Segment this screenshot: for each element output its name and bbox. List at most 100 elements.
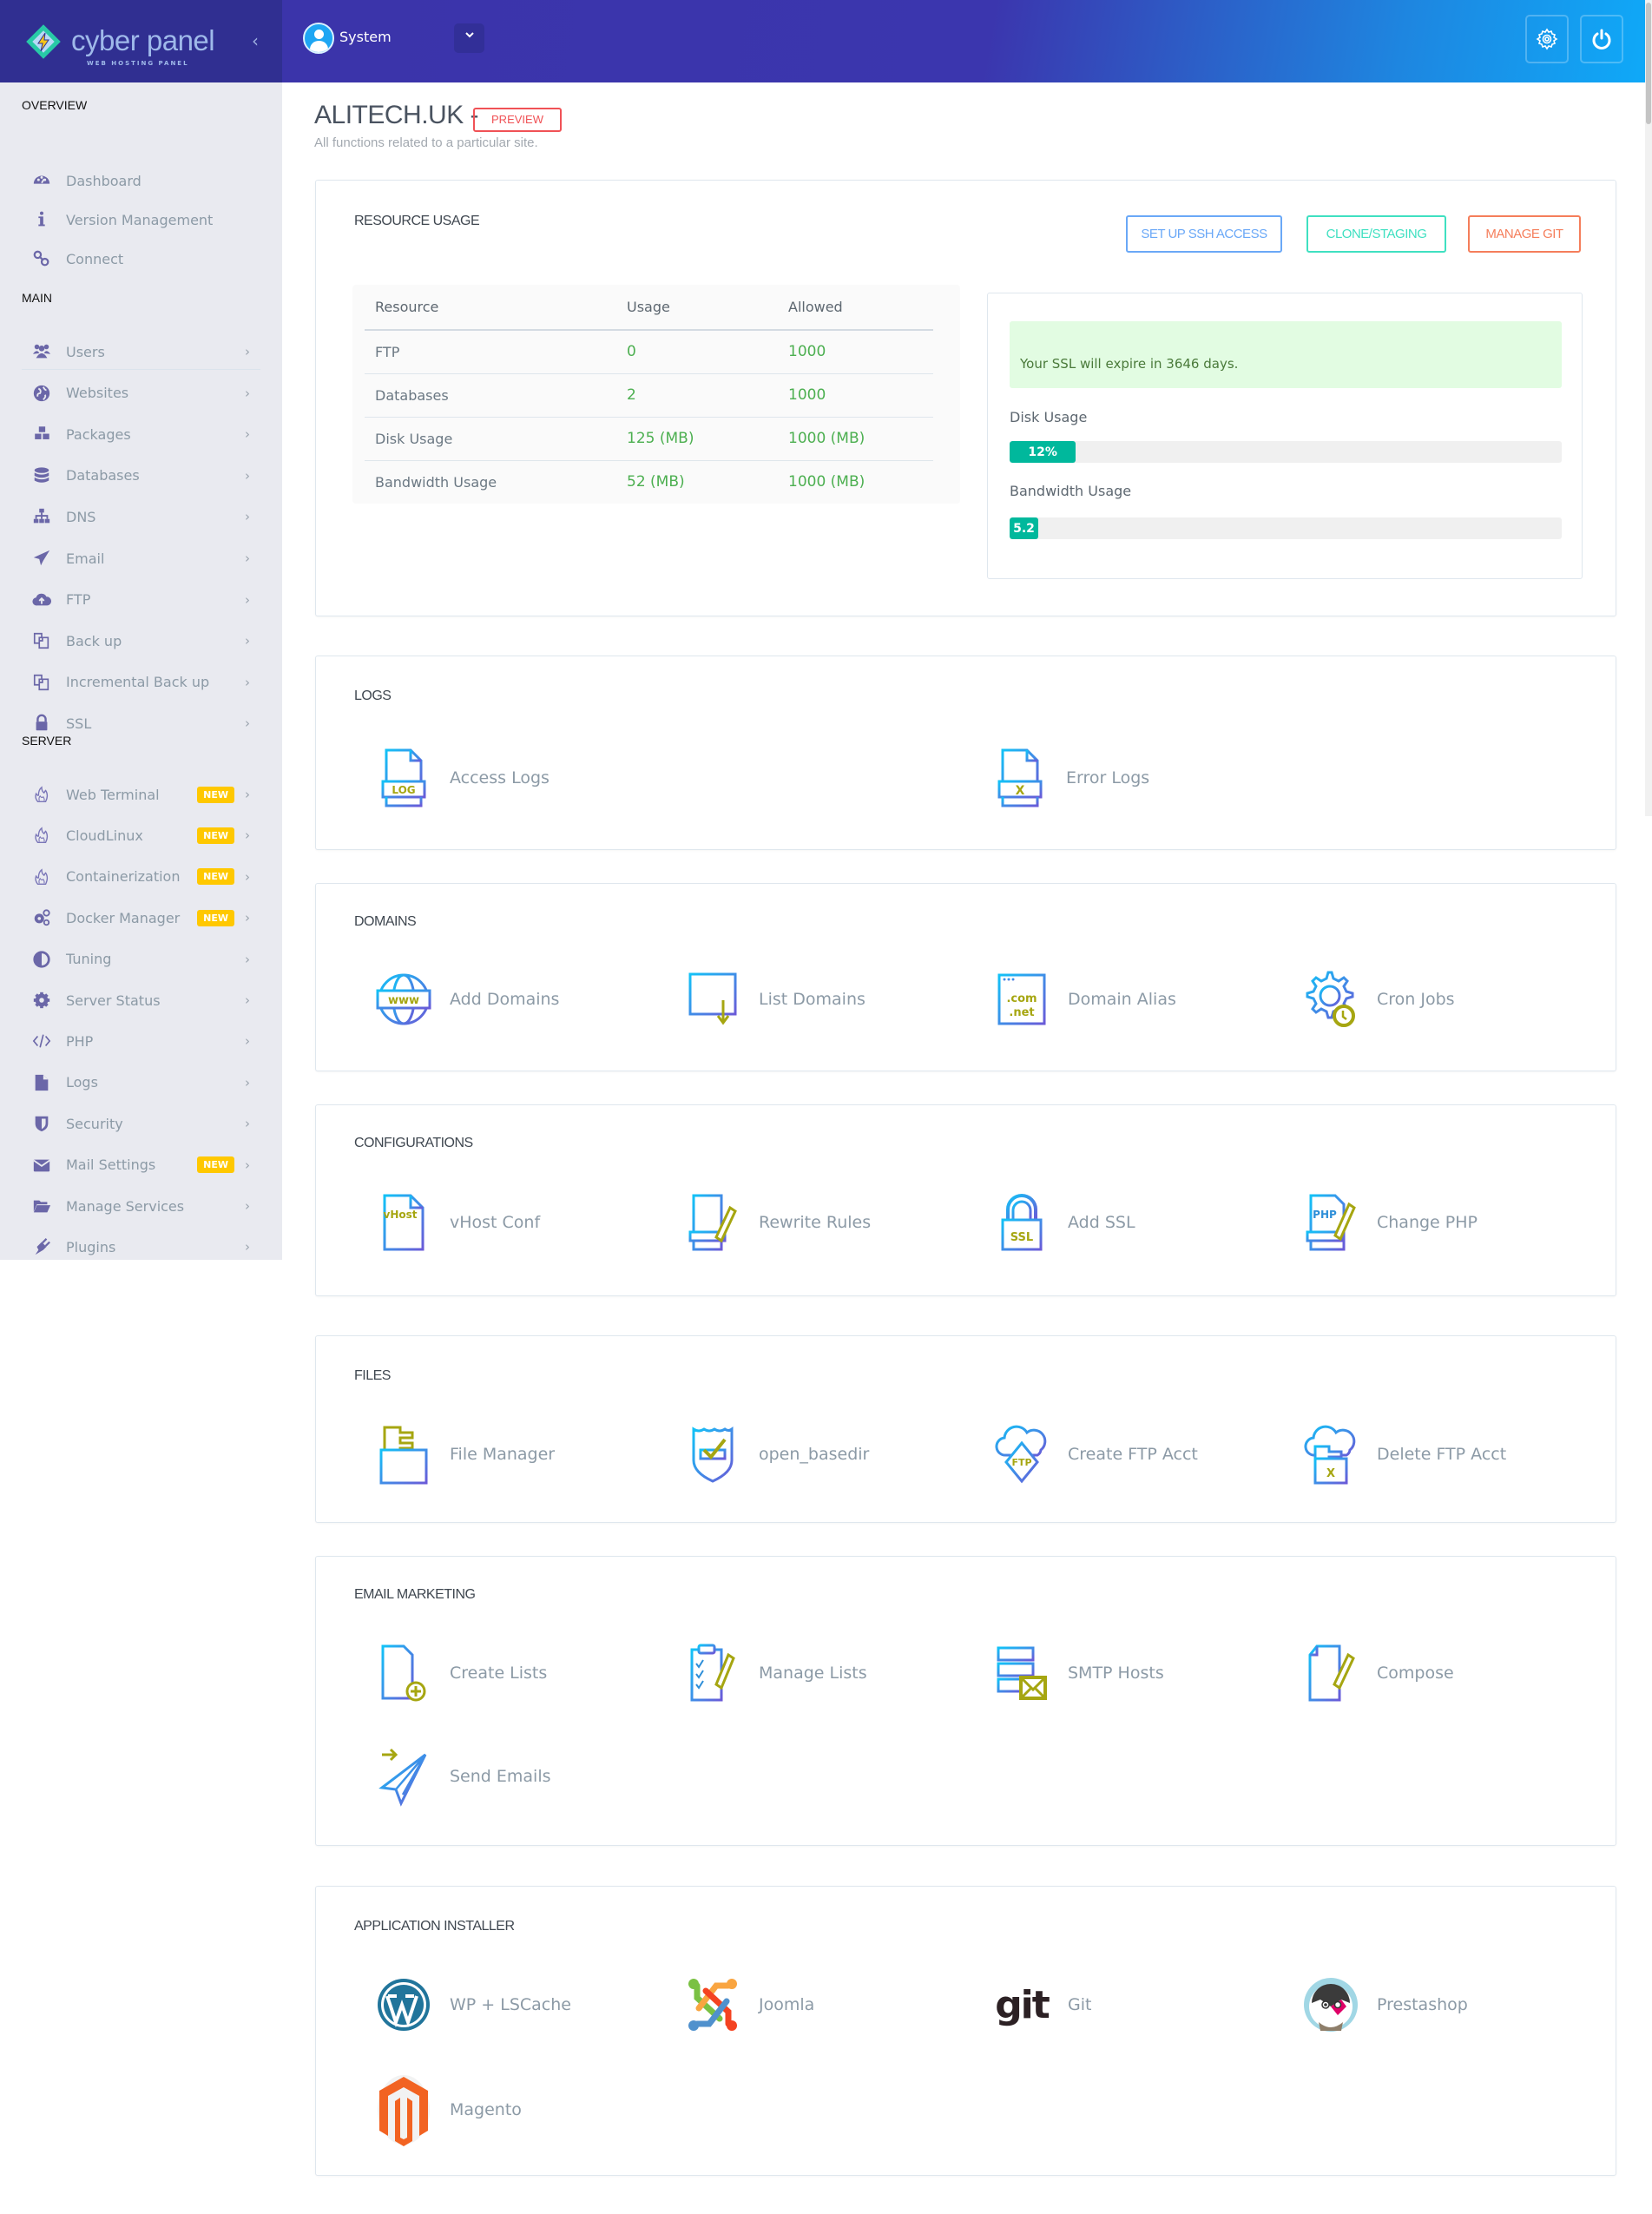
page-subtitle: All functions related to a particular si…	[314, 135, 538, 150]
send-emails-tile[interactable]: Send Emails	[375, 1742, 551, 1811]
resource-name: FTP	[365, 330, 616, 374]
joomla-tile[interactable]: Joomla	[684, 1970, 814, 2039]
power-button[interactable]	[1580, 15, 1623, 63]
user-avatar-icon[interactable]	[303, 23, 334, 54]
git-tile[interactable]: git Git	[993, 1970, 1091, 2039]
sidebar-item-php[interactable]: PHP ›	[31, 1024, 257, 1058]
magento-tile[interactable]: Magento	[375, 2071, 522, 2149]
sidebar-item-label: FTP	[66, 591, 91, 609]
usage-value: 52 (MB)	[627, 473, 685, 491]
vhost-conf-tile[interactable]: vHost vHost Conf	[375, 1188, 540, 1257]
sidebar-item-dns[interactable]: DNS ›	[31, 499, 257, 534]
sidebar-collapse-button[interactable]: ‹	[252, 30, 259, 51]
prestashop-logo-icon	[1304, 1978, 1358, 2032]
compose-tile[interactable]: Compose	[1302, 1638, 1454, 1708]
manage-git-button[interactable]: MANAGE GIT	[1468, 215, 1581, 253]
chevron-right-icon: ›	[245, 715, 250, 732]
settings-button[interactable]	[1525, 15, 1569, 63]
sidebar-item-cloudlinux[interactable]: CloudLinux NEW ›	[31, 818, 257, 853]
sidebar-item-dashboard[interactable]: Dashboard	[31, 163, 257, 198]
sidebar-item-mail-settings[interactable]: Mail Settings NEW ›	[31, 1148, 257, 1183]
sidebar-item-ftp[interactable]: FTP ›	[31, 583, 257, 617]
usage-value: 0	[616, 330, 778, 374]
card-title: LOGS	[354, 689, 392, 703]
wordpress-lscache-tile[interactable]: WP + LSCache	[375, 1970, 571, 2039]
shield-icon	[31, 1114, 52, 1133]
scrollbar-thumb[interactable]	[1646, 3, 1651, 124]
chevron-right-icon: ›	[245, 1156, 250, 1173]
tile-label: Magento	[450, 2100, 522, 2119]
sidebar-item-tuning[interactable]: Tuning ›	[31, 942, 257, 977]
error-logs-tile[interactable]: X Error Logs	[991, 743, 1149, 813]
globe-icon	[31, 384, 52, 403]
sidebar-item-incremental-back-up[interactable]: Incremental Back up ›	[31, 665, 257, 700]
manage-lists-tile[interactable]: Manage Lists	[684, 1638, 867, 1708]
list-domains-tile[interactable]: List Domains	[684, 965, 865, 1034]
create-ftp-account-tile[interactable]: FTP Create FTP Acct	[993, 1420, 1198, 1489]
create-lists-tile[interactable]: Create Lists	[375, 1638, 547, 1708]
icon-label: SSL	[1010, 1231, 1033, 1244]
ssl-usage-panel: Your SSL will expire in 3646 days. Disk …	[987, 293, 1583, 579]
sidebar-item-email[interactable]: Email ›	[31, 541, 257, 576]
sidebar-item-label: CloudLinux	[66, 827, 143, 844]
cron-jobs-tile[interactable]: Cron Jobs	[1302, 965, 1455, 1034]
sidebar-item-label: Docker Manager	[66, 909, 181, 926]
sidebar-item-server-status[interactable]: Server Status ›	[31, 983, 257, 1018]
sidebar-item-back-up[interactable]: Back up ›	[31, 623, 257, 658]
card-title: DOMAINS	[354, 914, 417, 929]
sidebar-item-plugins[interactable]: Plugins ›	[31, 1229, 257, 1264]
sidebar-item-web-terminal[interactable]: Web Terminal NEW ›	[31, 777, 257, 812]
chevron-right-icon: ›	[245, 1116, 250, 1132]
cyberpanel-logo-icon	[26, 24, 61, 59]
sidebar-item-connect[interactable]: Connect	[31, 241, 257, 276]
sidebar-item-websites[interactable]: Websites ›	[31, 376, 257, 411]
sidebar-item-label: Tuning	[66, 951, 112, 968]
resource-name: Databases	[365, 373, 616, 418]
card-title: EMAIL MARKETING	[354, 1587, 476, 1602]
open-basedir-tile[interactable]: open_basedir	[684, 1420, 869, 1489]
change-php-tile[interactable]: PHP Change PHP	[1302, 1188, 1478, 1257]
sidebar-item-manage-services[interactable]: Manage Services ›	[31, 1189, 257, 1223]
sidebar-item-docker-manager[interactable]: Docker Manager NEW ›	[31, 900, 257, 935]
icon-label: PHP	[1313, 1209, 1337, 1221]
sidebar-divider	[22, 369, 260, 370]
card-title: APPLICATION INSTALLER	[354, 1919, 515, 1934]
application-installer-card: APPLICATION INSTALLER WP + LSCache Jooml…	[315, 1886, 1616, 2176]
prestashop-tile[interactable]: Prestashop	[1302, 1970, 1468, 2039]
sidebar-item-security[interactable]: Security ›	[31, 1106, 257, 1141]
user-dropdown-button[interactable]	[454, 23, 484, 53]
cubes-icon	[31, 425, 52, 444]
clone-staging-button[interactable]: CLONE/STAGING	[1306, 215, 1446, 253]
rewrite-rules-tile[interactable]: Rewrite Rules	[684, 1188, 871, 1257]
tile-label: Add Domains	[450, 990, 560, 1009]
cogs-icon	[31, 908, 52, 927]
usage-value: 125 (MB)	[616, 417, 778, 461]
sidebar-item-databases[interactable]: Databases ›	[31, 458, 257, 493]
delete-ftp-account-tile[interactable]: X Delete FTP Acct	[1302, 1420, 1506, 1489]
access-logs-tile[interactable]: LOG Access Logs	[375, 743, 550, 813]
sidebar-item-containerization[interactable]: Containerization NEW ›	[31, 860, 257, 894]
sidebar-item-users[interactable]: Users ›	[31, 334, 257, 369]
user-name[interactable]: System	[339, 29, 392, 45]
new-badge: NEW	[197, 827, 234, 844]
ssl-expiry-alert: Your SSL will expire in 3646 days.	[1010, 321, 1562, 388]
add-domains-tile[interactable]: www Add Domains	[375, 965, 559, 1034]
sidebar-item-label: Incremental Back up	[66, 674, 210, 691]
joomla-logo-icon	[688, 1979, 737, 2031]
sidebar-item-packages[interactable]: Packages ›	[31, 417, 257, 451]
file-manager-tile[interactable]: File Manager	[375, 1420, 555, 1489]
allowed-value: 1000 (MB)	[788, 473, 865, 491]
logo-subtitle: WEB HOSTING PANEL	[87, 60, 189, 67]
add-ssl-tile[interactable]: SSL Add SSL	[993, 1188, 1135, 1257]
chevron-right-icon: ›	[245, 910, 250, 926]
preview-button[interactable]: PREVIEW	[473, 108, 562, 132]
plug-icon	[31, 1237, 52, 1256]
sidebar-item-version-management[interactable]: Version Management	[31, 202, 257, 237]
chevron-down-icon	[464, 32, 474, 38]
chevron-right-icon: ›	[245, 868, 250, 885]
cog-icon	[31, 991, 52, 1010]
sidebar-item-logs[interactable]: Logs ›	[31, 1065, 257, 1100]
setup-ssh-access-button[interactable]: SET UP SSH ACCESS	[1126, 215, 1282, 253]
smtp-hosts-tile[interactable]: SMTP Hosts	[993, 1638, 1164, 1708]
domain-alias-tile[interactable]: .com .net Domain Alias	[993, 965, 1176, 1034]
